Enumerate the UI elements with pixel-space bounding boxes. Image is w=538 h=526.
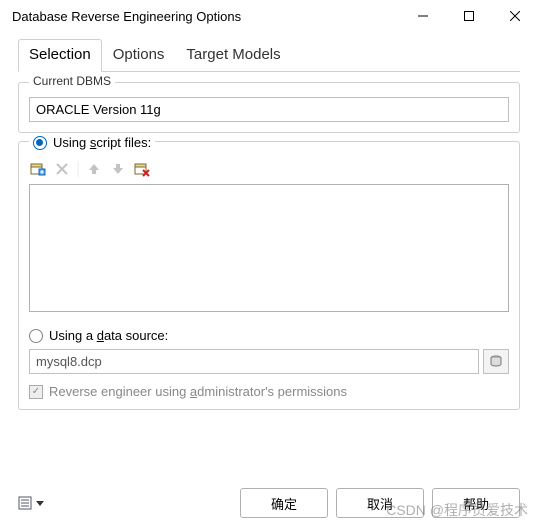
script-files-radio-row[interactable]: Using script files:: [29, 135, 155, 150]
data-source-input[interactable]: mysql8.dcp: [29, 349, 479, 374]
move-up-icon[interactable]: [85, 160, 103, 178]
tab-options[interactable]: Options: [102, 39, 176, 72]
script-files-label: Using script files:: [53, 135, 151, 150]
separator: [77, 160, 79, 178]
delete-icon[interactable]: [53, 160, 71, 178]
tab-selection[interactable]: Selection: [18, 39, 102, 72]
maximize-button[interactable]: [446, 0, 492, 32]
radio-unselected-icon: [29, 329, 43, 343]
close-button[interactable]: [492, 0, 538, 32]
data-source-row: mysql8.dcp: [29, 349, 509, 374]
admin-permissions-label: Reverse engineer using administrator's p…: [49, 384, 347, 399]
minimize-button[interactable]: [400, 0, 446, 32]
radio-selected-icon: [33, 136, 47, 150]
ok-button[interactable]: 确定: [240, 488, 328, 518]
window-title: Database Reverse Engineering Options: [12, 9, 400, 24]
source-group: Using script files:: [18, 141, 520, 410]
checkbox-checked-disabled-icon: ✓: [29, 385, 43, 399]
current-dbms-legend: Current DBMS: [29, 74, 115, 88]
data-source-radio-row[interactable]: Using a data source:: [29, 328, 509, 343]
window-controls: [400, 0, 538, 32]
data-source-label: Using a data source:: [49, 328, 168, 343]
client-area: Selection Options Target Models Current …: [0, 32, 538, 428]
database-icon: [489, 355, 503, 369]
move-down-icon[interactable]: [109, 160, 127, 178]
tab-target-models[interactable]: Target Models: [175, 39, 291, 72]
footer-buttons: 确定 取消 帮助: [240, 488, 520, 518]
script-toolbar: [29, 160, 509, 178]
browse-button[interactable]: [483, 349, 509, 374]
tab-bar: Selection Options Target Models: [18, 38, 520, 72]
footer: 确定 取消 帮助: [0, 488, 538, 518]
add-file-icon[interactable]: [29, 160, 47, 178]
clear-list-icon[interactable]: [133, 160, 151, 178]
cancel-button[interactable]: 取消: [336, 488, 424, 518]
dropdown-arrow-icon: [36, 499, 44, 507]
current-dbms-value: ORACLE Version 11g: [29, 97, 509, 122]
footer-menu[interactable]: [18, 495, 44, 511]
help-button[interactable]: 帮助: [432, 488, 520, 518]
current-dbms-group: Current DBMS ORACLE Version 11g: [18, 82, 520, 133]
options-menu-icon: [18, 495, 34, 511]
script-file-list[interactable]: [29, 184, 509, 312]
titlebar: Database Reverse Engineering Options: [0, 0, 538, 32]
admin-permissions-row: ✓ Reverse engineer using administrator's…: [29, 384, 509, 399]
